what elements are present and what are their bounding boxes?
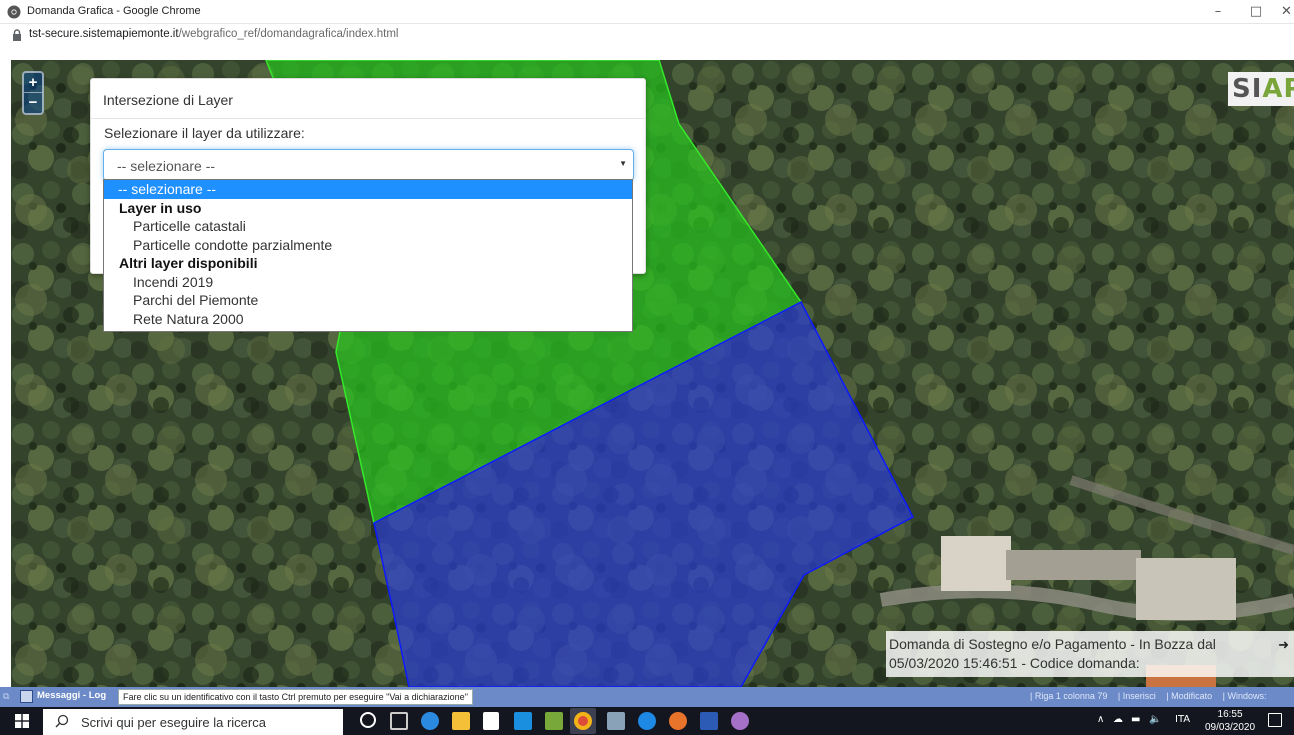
tray-chevron-icon[interactable]: ∧ [1097, 714, 1104, 725]
chrome-taskbar-button[interactable] [570, 708, 596, 734]
optgroup-altri-layer: Altri layer disponibili [119, 255, 258, 271]
optgroup-layer-in-uso: Layer in uso [119, 199, 202, 216]
application-info-box: Domanda di Sostegno e/o Pagamento - In B… [886, 631, 1294, 677]
chrome-icon [574, 712, 592, 730]
status-modified: | Modificato [1166, 691, 1213, 701]
layer-select-value: -- selezionare -- [117, 158, 216, 174]
search-icon [55, 714, 69, 728]
language-indicator[interactable]: ITA [1175, 714, 1190, 725]
zoom-out-button[interactable]: − [24, 93, 42, 113]
minimize-button[interactable]: – [1203, 2, 1233, 22]
database-icon[interactable] [607, 712, 625, 730]
chevron-down-icon: ▼ [619, 159, 627, 168]
logo-text-right: AP [1262, 74, 1294, 104]
layer-select[interactable]: -- selezionare -- ▼ [103, 149, 634, 181]
file-explorer-icon[interactable] [452, 712, 470, 730]
lock-icon [13, 29, 21, 41]
maximize-button[interactable]: □ [1241, 2, 1271, 22]
screen: Domanda Grafica - Google Chrome – □ ✕ ts… [0, 0, 1294, 735]
zoom-in-button[interactable]: + [24, 73, 42, 93]
status-mode: | Inserisci [1117, 691, 1156, 701]
url-host: tst-secure.sistemapiemonte.it [29, 28, 179, 40]
word-icon[interactable] [700, 712, 718, 730]
paint-icon[interactable] [731, 712, 749, 730]
siap-logo: SIAP [1228, 72, 1294, 106]
firefox-icon[interactable] [669, 712, 687, 730]
option-placeholder[interactable]: -- selezionare -- [104, 180, 632, 199]
app-icon[interactable] [545, 712, 563, 730]
messages-log-tab[interactable]: Messaggi - Log [37, 690, 106, 701]
store-icon[interactable] [483, 712, 499, 730]
status-row-col: | Riga 1 colonna 79 [1030, 691, 1108, 701]
dialog-divider [91, 118, 645, 119]
dialog-title: Intersezione di Layer [103, 92, 233, 108]
skype-icon[interactable] [638, 712, 656, 730]
option-particelle-condotte[interactable]: Particelle condotte parzialmente [104, 236, 632, 255]
window-title: Domanda Grafica - Google Chrome [27, 5, 201, 17]
cortana-icon[interactable] [360, 712, 376, 728]
edge-icon[interactable] [421, 712, 439, 730]
windows-start-icon[interactable] [15, 714, 29, 728]
battery-icon[interactable]: ▬ [1131, 714, 1140, 725]
lock-icon: ⧉ [3, 691, 10, 701]
arrow-right-icon[interactable]: ➜ [1278, 635, 1289, 654]
option-parchi-piemonte[interactable]: Parchi del Piemonte [104, 291, 632, 310]
taskbar-search-box[interactable]: Scrivi qui per eseguire la ricerca [43, 709, 343, 735]
layer-dropdown-list: -- selezionare -- Layer in uso Particell… [103, 179, 633, 332]
status-bar: ⧉ Messaggi - Log Fare clic su un identif… [0, 687, 1294, 707]
url-path: /webgrafico_ref/domandagrafica/index.htm… [178, 28, 399, 40]
mail-icon[interactable] [514, 712, 532, 730]
search-placeholder: Scrivi qui per eseguire la ricerca [81, 715, 266, 730]
option-rete-natura-2000[interactable]: Rete Natura 2000 [104, 310, 632, 329]
info-line-1: Domanda di Sostegno e/o Pagamento - In B… [889, 636, 1216, 652]
volume-icon[interactable]: 🔈 [1149, 714, 1161, 725]
option-particelle-catastali[interactable]: Particelle catastali [104, 217, 632, 236]
status-eol: | Windows: [1222, 691, 1267, 701]
option-incendi-2019[interactable]: Incendi 2019 [104, 273, 632, 292]
layer-select-label: Selezionare il layer da utilizzare: [104, 125, 305, 141]
logo-text-left: SI [1232, 74, 1263, 104]
status-right: | Riga 1 colonna 79 | Inserisci | Modifi… [1030, 691, 1275, 701]
close-window-button[interactable]: ✕ [1279, 2, 1294, 22]
chrome-icon [7, 5, 21, 19]
network-icon[interactable]: ☁ [1113, 714, 1123, 725]
taskbar: Scrivi qui per eseguire la ricerca ∧ ☁ ▬… [0, 707, 1294, 735]
zoom-control: + − [22, 71, 44, 115]
messages-icon [20, 690, 33, 703]
address-bar[interactable]: tst-secure.sistemapiemonte.it/webgrafico… [0, 24, 1294, 60]
url-text[interactable]: tst-secure.sistemapiemonte.it/webgrafico… [29, 28, 398, 40]
clock[interactable]: 16:55 09/03/2020 [1205, 708, 1255, 734]
clock-date: 09/03/2020 [1205, 722, 1256, 733]
info-line-2: 05/03/2020 15:46:51 - Codice domanda: [889, 655, 1140, 671]
clock-time: 16:55 [1217, 709, 1243, 720]
status-hint: Fare clic su un identificativo con il ta… [118, 689, 473, 705]
notifications-icon[interactable] [1268, 713, 1282, 727]
browser-title-bar: Domanda Grafica - Google Chrome – □ ✕ [0, 0, 1294, 24]
task-view-icon[interactable] [390, 712, 408, 730]
